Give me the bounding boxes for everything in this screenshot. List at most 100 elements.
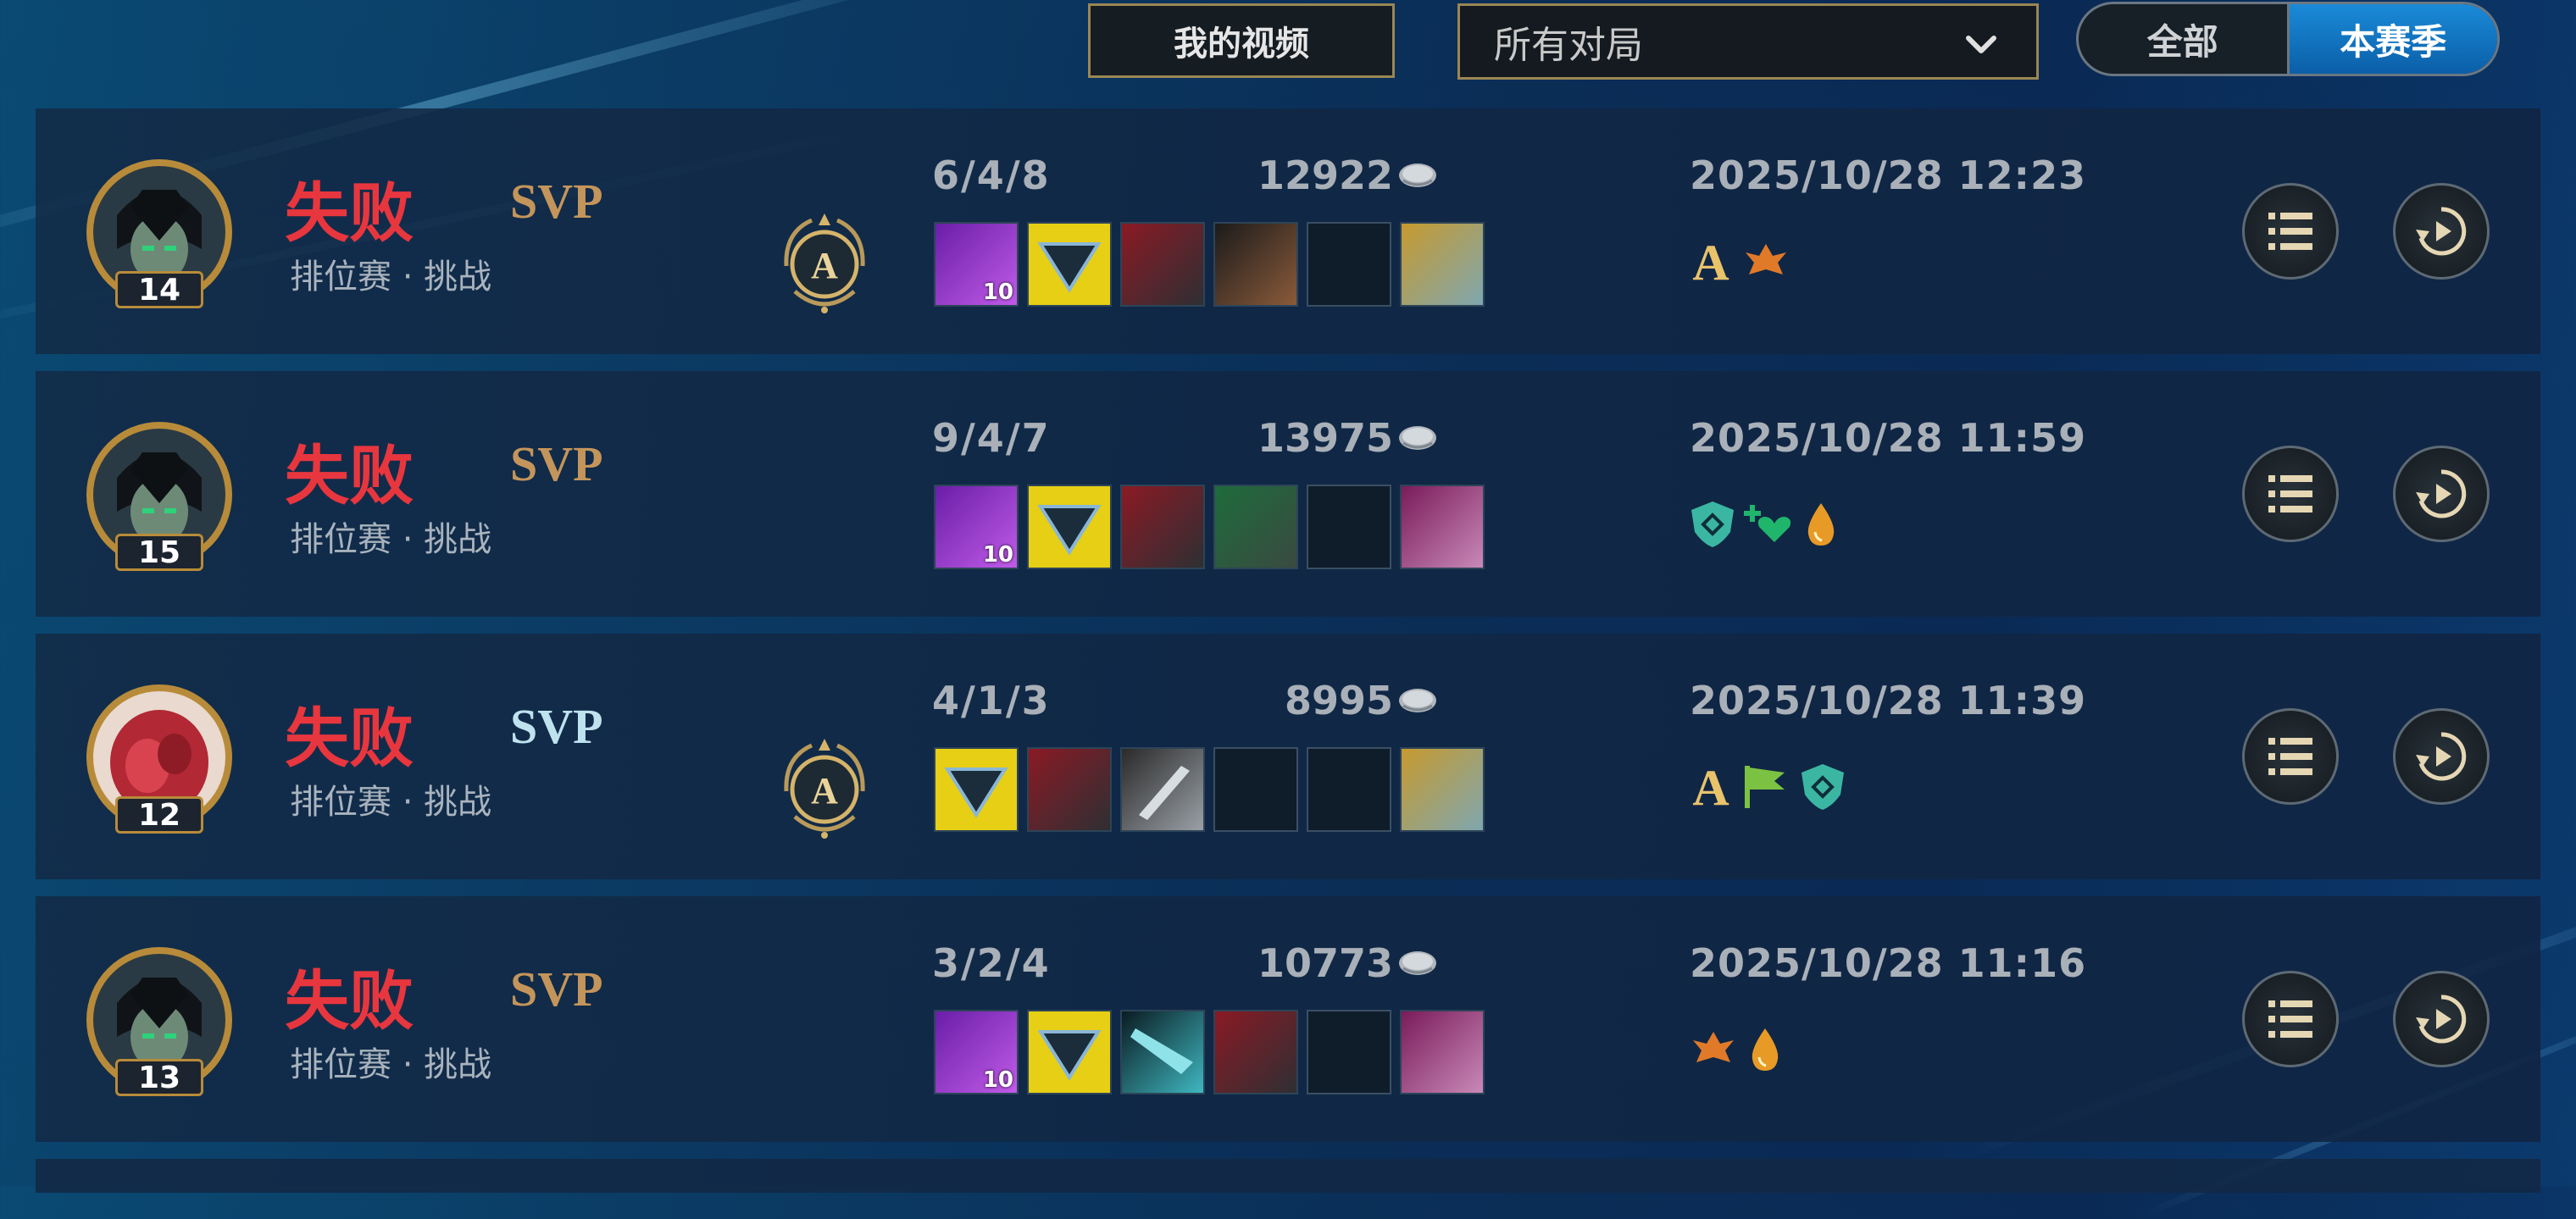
achievement-badges <box>1688 498 1840 549</box>
item-empty-slot <box>1307 485 1391 569</box>
gold-value: 13975 <box>1257 415 1393 461</box>
champion-avatar: 13 <box>83 944 236 1096</box>
winged-emblem-icon <box>1746 244 1786 274</box>
match-row-partial <box>36 1159 2540 1193</box>
kda: 6/4/8 <box>932 152 1051 198</box>
match-datetime: 2025/10/28 11:16 <box>1690 940 2087 986</box>
replay-button[interactable] <box>2393 446 2490 542</box>
champion-level: 12 <box>137 797 181 833</box>
green-flag-icon <box>1745 766 1785 808</box>
shield-icon <box>1691 501 1734 547</box>
match-result: 失败 <box>285 438 414 513</box>
match-mode: 排位赛 · 挑战 <box>290 520 492 559</box>
list-icon <box>2268 213 2312 250</box>
gold-coin-icon <box>1396 684 1439 718</box>
grade-a-icon: A <box>1692 761 1729 812</box>
match-details-button[interactable] <box>2242 708 2339 805</box>
item-stack-count: 10 <box>982 1067 1013 1093</box>
item-leather-armor-icon[interactable] <box>1213 222 1298 307</box>
gold-earned: 12922 <box>1257 152 1439 198</box>
item-spiked-armor-icon[interactable] <box>1213 1010 1298 1094</box>
match-mode: 排位赛 · 挑战 <box>290 1045 492 1084</box>
match-details-button[interactable] <box>2242 183 2339 280</box>
item-empty-slot <box>1307 222 1391 307</box>
item-purple-book-icon[interactable]: 10 <box>934 222 1019 307</box>
gold-earned: 10773 <box>1257 940 1439 986</box>
kda: 4/1/3 <box>932 678 1051 723</box>
match-result: 失败 <box>285 175 414 251</box>
match-datetime: 2025/10/28 11:59 <box>1690 415 2087 461</box>
match-datetime: 2025/10/28 11:39 <box>1690 678 2087 723</box>
winged-emblem-icon <box>1693 1032 1734 1062</box>
gold-coin-icon <box>1396 421 1439 455</box>
season-toggle: 全部 本赛季 <box>2076 2 2500 76</box>
item-golden-triangle-icon[interactable] <box>1027 222 1112 307</box>
match-filter-dropdown[interactable]: 所有对局 <box>1457 3 2039 80</box>
item-spiked-armor-icon[interactable] <box>1120 222 1205 307</box>
svg-text:A: A <box>1692 235 1729 286</box>
champion-level: 13 <box>137 1060 181 1095</box>
item-trinket-armor-icon[interactable] <box>1400 222 1485 307</box>
item-golden-triangle-icon[interactable] <box>1027 1010 1112 1094</box>
svp-badge: SVP <box>510 174 603 229</box>
tab-all[interactable]: 全部 <box>2079 4 2287 74</box>
rank-medal-icon <box>769 207 880 317</box>
champion-level: 14 <box>137 272 181 308</box>
champion-avatar: 12 <box>83 681 236 834</box>
item-sword-icon[interactable] <box>1120 747 1205 832</box>
achievement-badges: A <box>1688 761 1847 812</box>
item-golden-triangle-icon[interactable] <box>934 747 1019 832</box>
replay-button[interactable] <box>2393 971 2490 1067</box>
chevron-down-icon <box>1966 36 1996 53</box>
champion-level-badge: 14 <box>115 271 203 308</box>
blood-drop-icon <box>1807 503 1835 546</box>
achievement-badges: A <box>1688 235 1791 286</box>
tab-current-season[interactable]: 本赛季 <box>2286 4 2497 74</box>
item-boots-icon[interactable] <box>1400 1010 1485 1094</box>
item-empty-slot <box>1307 1010 1391 1094</box>
match-row[interactable]: 15 失败 SVP 排位赛 · 挑战 9/4/7 13975 10 2025/1… <box>36 371 2540 617</box>
gold-coin-icon <box>1396 946 1439 980</box>
champion-avatar: 15 <box>83 418 236 571</box>
item-trinket-armor-icon[interactable] <box>1400 747 1485 832</box>
item-stack-count: 10 <box>982 280 1013 305</box>
gold-value: 10773 <box>1257 940 1393 986</box>
replay-button[interactable] <box>2393 183 2490 280</box>
match-details-button[interactable] <box>2242 971 2339 1067</box>
champion-level-badge: 12 <box>115 796 203 834</box>
svp-badge: SVP <box>510 436 603 491</box>
item-slots <box>934 747 1485 832</box>
gold-earned: 8995 <box>1285 678 1439 723</box>
item-boots-icon[interactable] <box>1400 485 1485 569</box>
achievement-badges <box>1688 1023 1785 1074</box>
item-spiked-armor-icon[interactable] <box>1027 747 1112 832</box>
item-purple-book-icon[interactable]: 10 <box>934 1010 1019 1094</box>
item-golden-triangle-icon[interactable] <box>1027 485 1112 569</box>
champion-avatar: 14 <box>83 156 236 308</box>
svg-text:A: A <box>1692 761 1729 812</box>
item-crystal-blade-icon[interactable] <box>1120 1010 1205 1094</box>
svp-badge: SVP <box>510 961 603 1017</box>
replay-button[interactable] <box>2393 708 2490 805</box>
match-row[interactable]: 13 失败 SVP 排位赛 · 挑战 3/2/4 10773 10 2025/1… <box>36 896 2540 1142</box>
kda: 3/2/4 <box>932 940 1051 986</box>
champion-level: 15 <box>137 535 181 570</box>
item-purple-book-icon[interactable]: 10 <box>934 485 1019 569</box>
replay-icon <box>2416 995 2467 1044</box>
match-mode: 排位赛 · 挑战 <box>290 783 492 822</box>
kda: 9/4/7 <box>932 415 1051 461</box>
item-spiked-armor-icon[interactable] <box>1120 485 1205 569</box>
gold-value: 12922 <box>1257 152 1393 198</box>
match-filter-value: 所有对局 <box>1494 24 1643 67</box>
list-icon <box>2268 738 2312 775</box>
my-videos-button[interactable]: 我的视频 <box>1088 3 1395 78</box>
gold-coin-icon <box>1396 158 1439 192</box>
item-green-armor-icon[interactable] <box>1213 485 1298 569</box>
gold-earned: 13975 <box>1257 415 1439 461</box>
match-details-button[interactable] <box>2242 446 2339 542</box>
gold-value: 8995 <box>1284 678 1393 723</box>
item-slots: 10 <box>934 222 1485 307</box>
match-row[interactable]: 14 失败 SVP 排位赛 · 挑战 6/4/8 12922 10 2025/1… <box>36 108 2540 354</box>
match-row[interactable]: 12 失败 SVP 排位赛 · 挑战 4/1/3 8995 2025/10/28… <box>36 634 2540 879</box>
heal-heart-icon <box>1744 505 1791 542</box>
